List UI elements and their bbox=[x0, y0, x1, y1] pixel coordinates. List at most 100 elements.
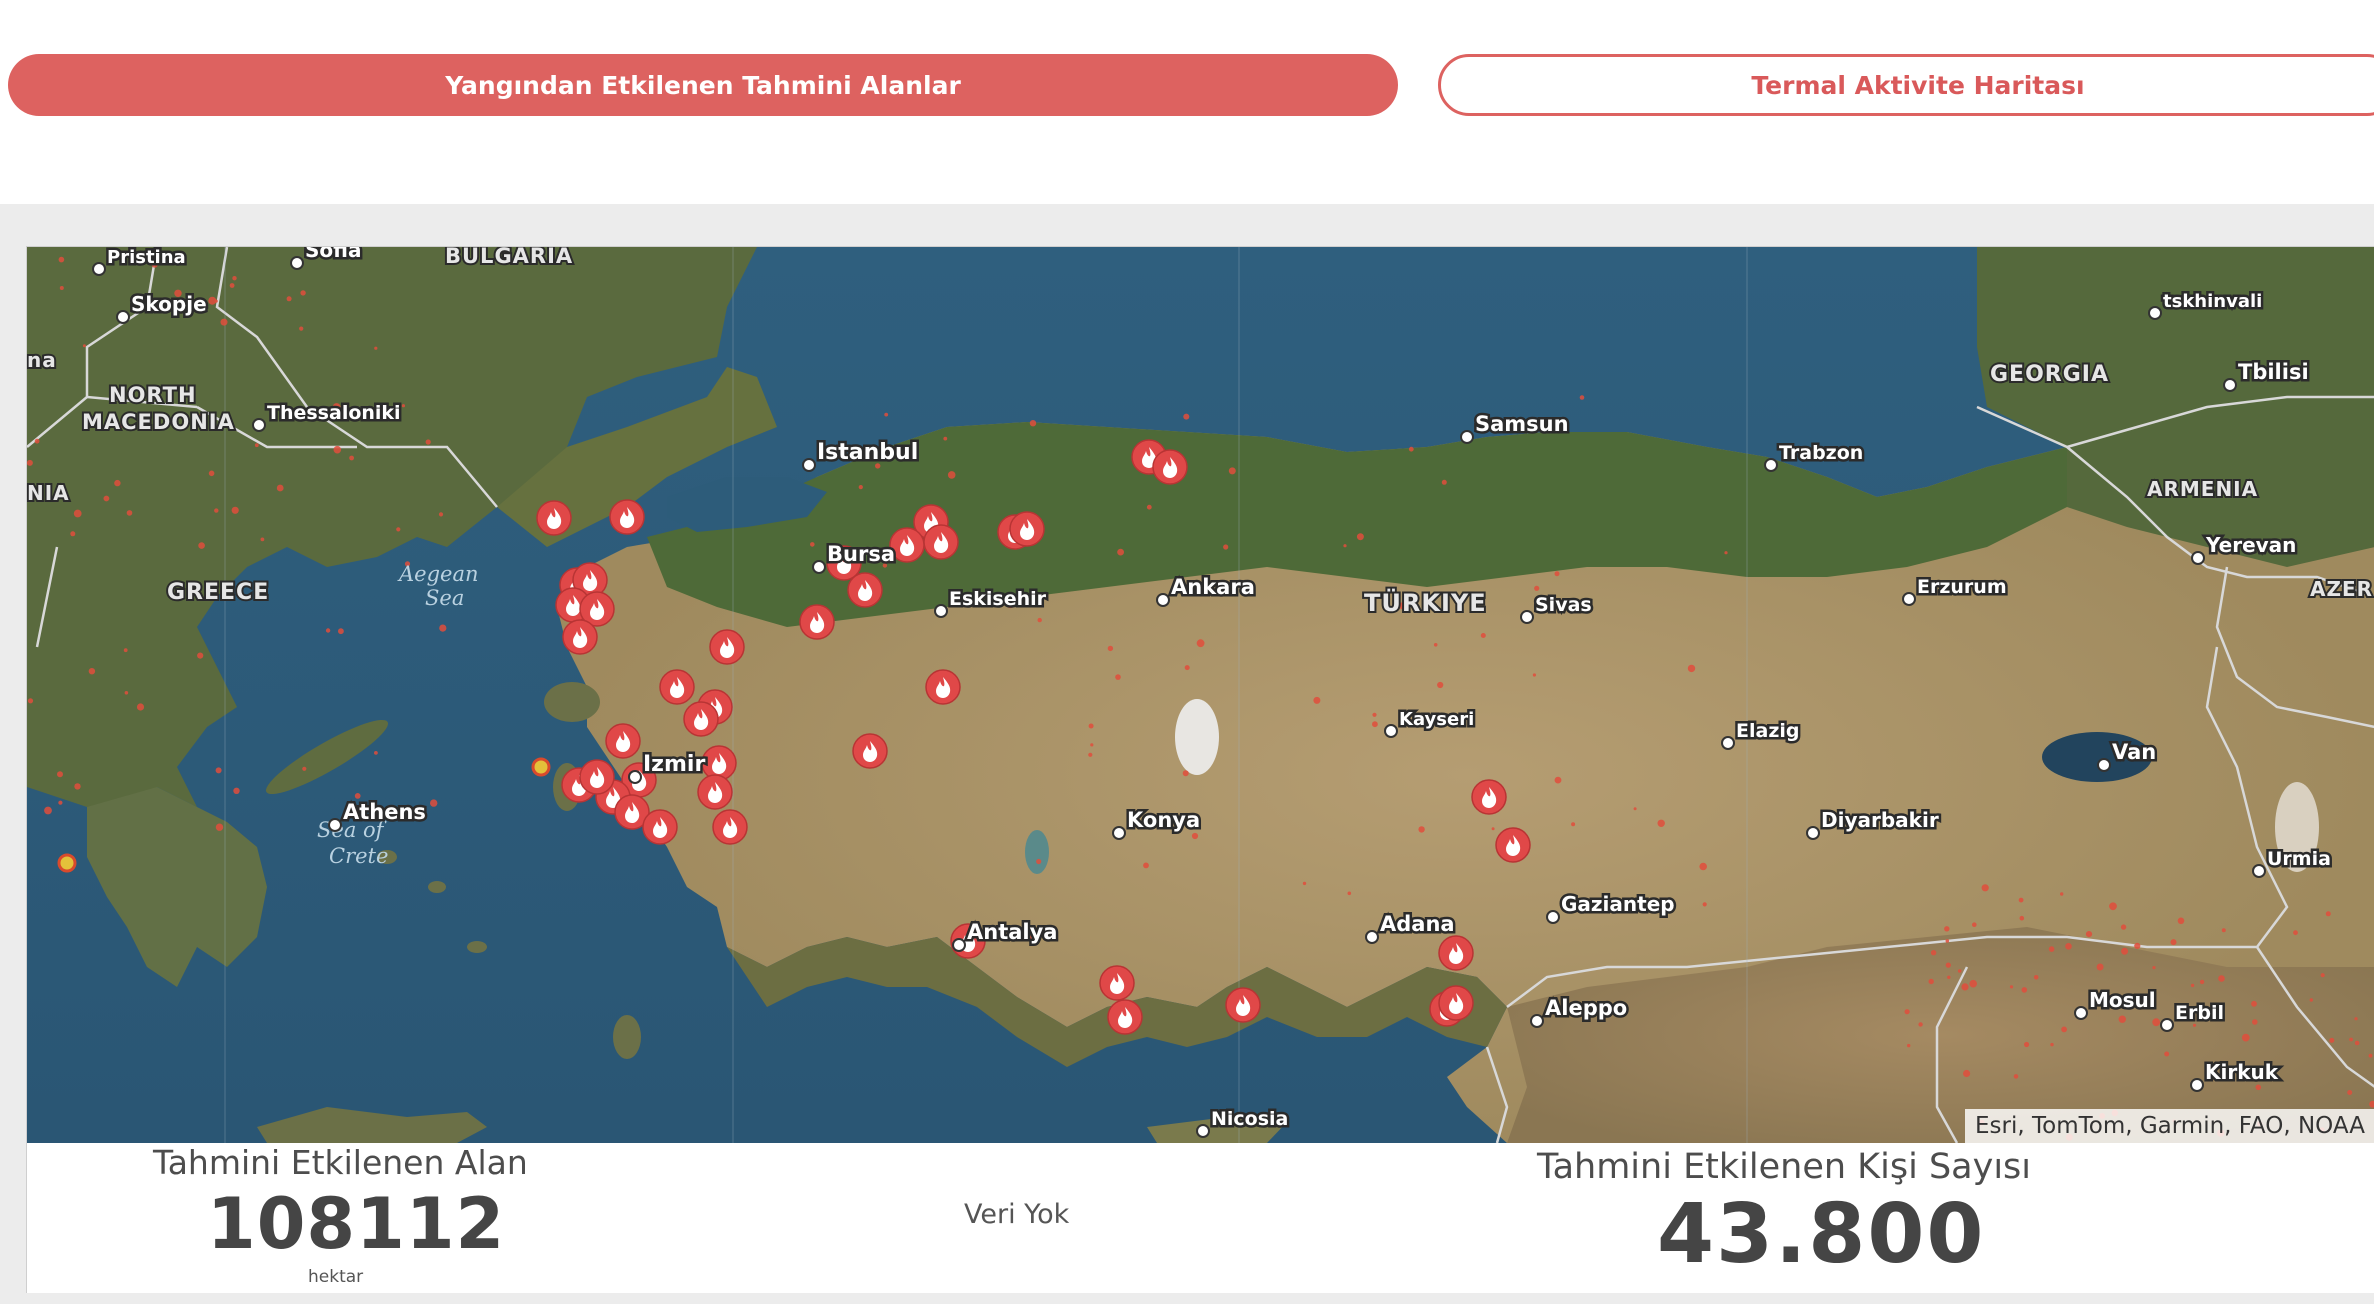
fire-icon[interactable] bbox=[709, 629, 745, 665]
country-label-macedonia: MACEDONIA bbox=[82, 410, 235, 434]
thermal-dot bbox=[430, 799, 438, 807]
city-label: Sivas bbox=[1535, 594, 1592, 616]
thermal-dot bbox=[198, 542, 205, 549]
fire-icon[interactable] bbox=[1438, 985, 1474, 1021]
fire-icon[interactable] bbox=[562, 619, 598, 655]
tab-burned-areas[interactable]: Yangından Etkilenen Tahmini Alanlar bbox=[8, 54, 1398, 116]
fire-icon[interactable] bbox=[1009, 511, 1045, 547]
city-label: Izmir bbox=[643, 752, 705, 777]
city-label: Kayseri bbox=[1399, 709, 1474, 730]
city-label: Aleppo bbox=[1545, 996, 1627, 1020]
fire-icon[interactable] bbox=[925, 669, 961, 705]
thermal-dot bbox=[1037, 617, 1042, 623]
city-dot bbox=[1721, 736, 1735, 750]
fire-icon[interactable] bbox=[1495, 827, 1531, 863]
thermal-dot bbox=[333, 445, 342, 454]
fire-icon[interactable] bbox=[1438, 935, 1474, 971]
thermal-dot bbox=[1372, 721, 1378, 728]
fire-icon[interactable] bbox=[579, 759, 615, 795]
country-label-bulgaria: BULGARIA bbox=[445, 247, 573, 268]
fire-icon[interactable] bbox=[1225, 987, 1261, 1023]
thermal-dot bbox=[396, 527, 401, 532]
thermal-dot bbox=[2050, 1042, 2054, 1047]
fire-icon[interactable] bbox=[683, 701, 719, 737]
area-title: Tahmini Etkilenen Alan bbox=[153, 1143, 528, 1182]
thermal-dot bbox=[1182, 770, 1189, 777]
thermal-dot bbox=[374, 751, 378, 755]
thermal-dot bbox=[229, 283, 235, 288]
thermal-dot bbox=[2349, 1037, 2354, 1042]
fire-icon[interactable] bbox=[1099, 965, 1135, 1001]
fire-icon[interactable] bbox=[923, 524, 959, 560]
fire-icon[interactable] bbox=[712, 809, 748, 845]
city-label: Erzurum bbox=[1917, 576, 2007, 598]
fire-icon[interactable] bbox=[889, 527, 925, 563]
thermal-dot bbox=[44, 806, 52, 815]
thermal-dot bbox=[1571, 822, 1576, 827]
fire-icon[interactable] bbox=[1107, 999, 1143, 1035]
thermal-dot bbox=[2325, 911, 2331, 917]
city-label: Adana bbox=[1380, 912, 1455, 936]
thermal-dot bbox=[2109, 902, 2117, 911]
thermal-dot bbox=[2252, 1019, 2258, 1025]
tab-thermal-activity[interactable]: Termal Aktivite Haritası bbox=[1438, 54, 2374, 116]
city-dot bbox=[1112, 826, 1126, 840]
thermal-dot bbox=[1196, 639, 1205, 648]
fire-icon[interactable] bbox=[1152, 449, 1188, 485]
city-label: Trabzon bbox=[1779, 442, 1863, 464]
fire-icon[interactable] bbox=[852, 733, 888, 769]
country-label-georgia: GEORGIA bbox=[1990, 362, 2109, 387]
city-dot bbox=[1902, 592, 1916, 606]
thermal-dot bbox=[1945, 962, 1951, 968]
thermal-dot bbox=[2120, 924, 2127, 930]
thermal-dot bbox=[349, 455, 354, 461]
fire-icon[interactable] bbox=[1471, 779, 1507, 815]
thermal-dot bbox=[1107, 645, 1114, 652]
thermal-dot bbox=[124, 691, 129, 695]
thermal-dot bbox=[208, 296, 217, 305]
thermal-dot bbox=[858, 485, 863, 490]
thermal-dot bbox=[1699, 862, 1707, 871]
thermal-dot bbox=[2118, 1015, 2126, 1023]
thermal-dot bbox=[1433, 643, 1438, 647]
fire-icon[interactable] bbox=[659, 669, 695, 705]
city-dot bbox=[1546, 910, 1560, 924]
city-label: Kirkuk bbox=[2205, 1060, 2279, 1084]
thermal-dot bbox=[123, 648, 128, 653]
thermal-dot bbox=[2033, 975, 2039, 980]
city-dot bbox=[290, 256, 304, 270]
thermal-dot bbox=[73, 509, 82, 518]
thermal-dot bbox=[27, 459, 33, 466]
fire-icon[interactable] bbox=[536, 500, 572, 536]
fire-icon[interactable] bbox=[642, 809, 678, 845]
fire-icon[interactable] bbox=[799, 604, 835, 640]
thermal-dot bbox=[2354, 1017, 2358, 1021]
thermal-dot bbox=[1223, 544, 1229, 550]
thermal-dot bbox=[220, 318, 228, 326]
city-label: Diyarbakir bbox=[1821, 808, 1939, 832]
thermal-dot bbox=[276, 484, 284, 492]
thermal-dot bbox=[300, 290, 306, 296]
city-label: Pristina bbox=[107, 247, 186, 268]
thermal-dot bbox=[2009, 985, 2014, 989]
thermal-dot bbox=[2218, 975, 2225, 982]
thermal-dot bbox=[1146, 504, 1152, 510]
fire-map[interactable]: BULGARIA NORTH MACEDONIA GREECE TÜRKIYE … bbox=[27, 247, 2374, 1143]
city-dot bbox=[802, 458, 816, 472]
thermal-dot bbox=[947, 471, 956, 479]
thermal-dot bbox=[1657, 819, 1665, 827]
thermal-dot bbox=[1963, 1069, 1971, 1078]
fire-icon[interactable] bbox=[697, 774, 733, 810]
thermal-dot bbox=[232, 276, 237, 281]
city-label: Tbilisi bbox=[2238, 360, 2309, 384]
thermal-dot bbox=[1687, 664, 1696, 673]
fire-icon[interactable] bbox=[609, 499, 645, 535]
city-dot bbox=[628, 770, 642, 784]
fire-icon[interactable] bbox=[605, 723, 641, 759]
fire-icon[interactable] bbox=[847, 572, 883, 608]
thermal-dot bbox=[1088, 723, 1094, 729]
map-canvas[interactable]: BULGARIA NORTH MACEDONIA GREECE TÜRKIYE … bbox=[27, 247, 2374, 1143]
thermal-dot bbox=[2329, 1037, 2335, 1043]
thermal-dot bbox=[233, 787, 240, 794]
thermal-dot bbox=[1036, 858, 1042, 865]
